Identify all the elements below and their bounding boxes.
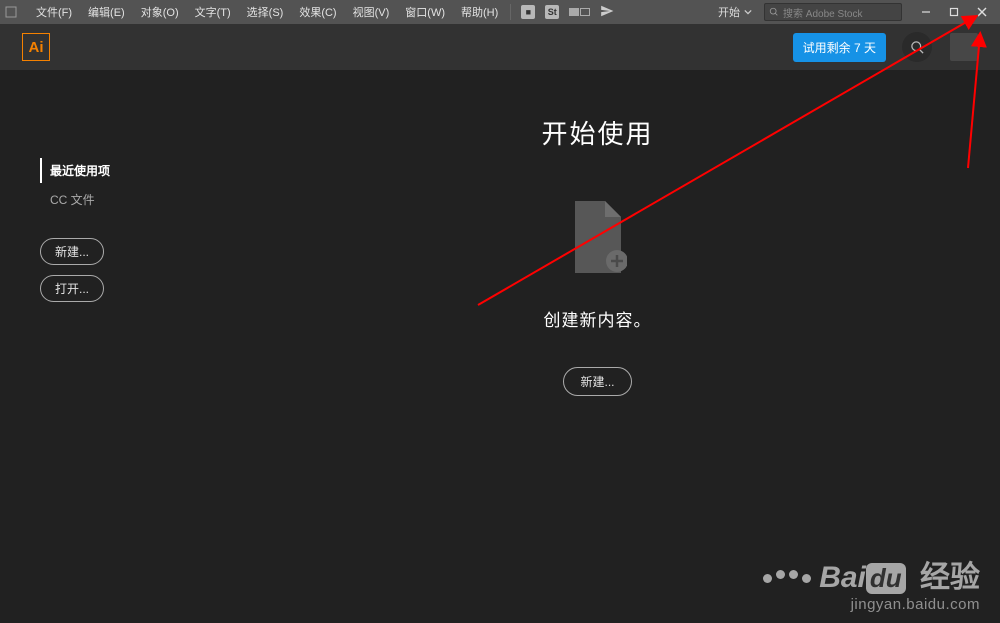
- menu-separator: [510, 4, 511, 20]
- share-icon[interactable]: [600, 4, 614, 21]
- menu-right: 开始 搜索 Adobe Stock: [712, 2, 996, 22]
- window-controls: [912, 2, 996, 22]
- center-new-button[interactable]: 新建...: [563, 367, 631, 396]
- arrange-docs-icon[interactable]: [569, 8, 590, 16]
- open-button[interactable]: 打开...: [40, 275, 104, 302]
- search-icon: [910, 40, 925, 55]
- watermark: Baidu 经验 jingyan.baidu.com: [763, 552, 980, 613]
- bridge-icon[interactable]: ■: [521, 5, 535, 19]
- menu-window[interactable]: 窗口(W): [399, 2, 451, 22]
- menu-file[interactable]: 文件(F): [30, 2, 78, 22]
- sidebar-nav: 最近使用项 CC 文件: [40, 158, 195, 212]
- menu-view[interactable]: 视图(V): [347, 2, 396, 22]
- menu-edit[interactable]: 编辑(E): [82, 2, 131, 22]
- trial-badge[interactable]: 试用剩余 7 天: [793, 33, 886, 62]
- nav-recent[interactable]: 最近使用项: [40, 158, 195, 183]
- app-logo: Ai: [22, 33, 50, 61]
- nav-cc-files[interactable]: CC 文件: [40, 187, 195, 212]
- header-bar: Ai 试用剩余 7 天: [0, 24, 1000, 70]
- brand-prefix: Bai: [819, 561, 866, 594]
- brand-suffix: 经验: [920, 561, 980, 594]
- menu-bar: 文件(F) 编辑(E) 对象(O) 文字(T) 选择(S) 效果(C) 视图(V…: [0, 0, 1000, 24]
- stock-placeholder: 搜索 Adobe Stock: [783, 5, 862, 20]
- menu-type[interactable]: 文字(T): [189, 2, 237, 22]
- app-icon: [4, 5, 18, 19]
- menu-select[interactable]: 选择(S): [241, 2, 290, 22]
- menu-icon-group: ■ St: [521, 4, 614, 21]
- brand-box: du: [866, 563, 906, 594]
- maximize-button[interactable]: [940, 2, 968, 22]
- chevron-down-icon: [744, 8, 752, 16]
- menu-object[interactable]: 对象(O): [135, 2, 185, 22]
- search-button[interactable]: [902, 32, 932, 62]
- main-area: 最近使用项 CC 文件 新建... 打开... 开始使用 创建新内容。 新建..…: [0, 70, 1000, 623]
- sidebar-buttons: 新建... 打开...: [40, 238, 195, 312]
- workspace-dropdown[interactable]: 开始: [712, 2, 758, 22]
- content-area: 开始使用 创建新内容。 新建...: [195, 70, 1000, 623]
- paw-icon: [763, 570, 811, 579]
- workspace-label: 开始: [718, 4, 740, 20]
- stock-icon[interactable]: St: [545, 5, 559, 19]
- new-button[interactable]: 新建...: [40, 238, 104, 265]
- search-icon: [769, 7, 779, 17]
- menu-help[interactable]: 帮助(H): [455, 2, 504, 22]
- page-title: 开始使用: [541, 114, 653, 151]
- watermark-url: jingyan.baidu.com: [763, 596, 980, 613]
- menu-effect[interactable]: 效果(C): [293, 2, 342, 22]
- content-caption: 创建新内容。: [544, 306, 652, 331]
- app-logo-text: Ai: [29, 39, 44, 56]
- menu-items: 文件(F) 编辑(E) 对象(O) 文字(T) 选择(S) 效果(C) 视图(V…: [30, 2, 504, 22]
- stock-search-input[interactable]: 搜索 Adobe Stock: [764, 3, 902, 21]
- minimize-button[interactable]: [912, 2, 940, 22]
- avatar[interactable]: [950, 33, 978, 61]
- close-button[interactable]: [968, 2, 996, 22]
- sidebar: 最近使用项 CC 文件 新建... 打开...: [0, 70, 195, 623]
- new-document-icon: [569, 201, 627, 278]
